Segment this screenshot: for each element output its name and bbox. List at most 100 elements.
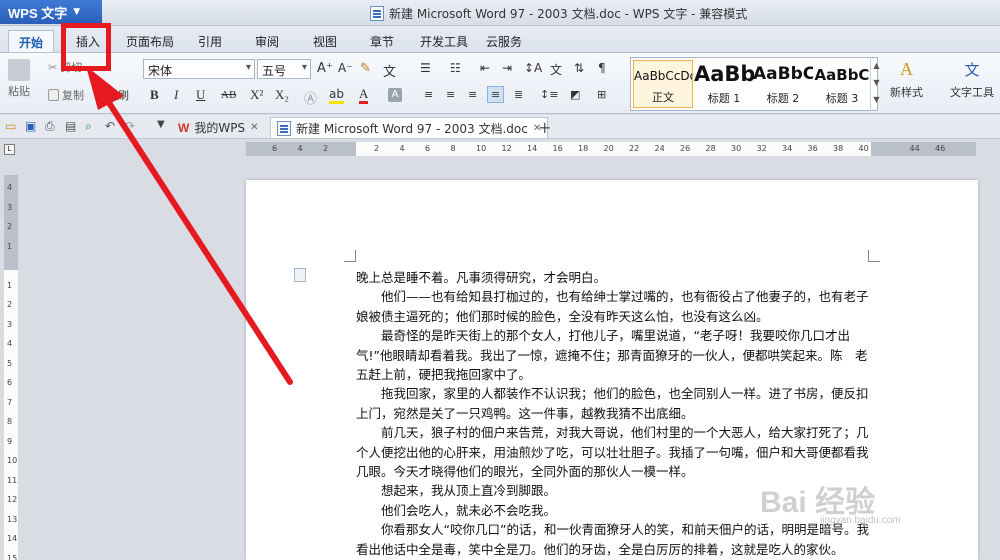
font-color-button[interactable]: A (359, 87, 369, 104)
chevron-down-icon[interactable]: ▼ (871, 74, 882, 91)
document-paragraph[interactable]: 拖我回家，家里的人都装作不认识我；他们的脸色，也全同别人一样。进了书房，便反扣上… (356, 384, 871, 423)
copy-button[interactable]: 复制 (48, 87, 84, 103)
subscript-button[interactable]: X₂ (275, 87, 289, 103)
close-icon[interactable]: ✕ (250, 122, 258, 133)
tab-page-layout[interactable]: 页面布局 (116, 30, 184, 52)
ruler-tick-label: 10 (476, 144, 487, 153)
ribbon-home: 粘贴 ✂ 剪切 复制 格式刷 宋体 五号 A⁺ A⁻ ✎ 文 B I U AB … (0, 52, 1000, 114)
wps-app-menu-button[interactable]: WPS 文字 ▼ (0, 0, 102, 24)
outdent-icon: ⇤ (480, 61, 491, 75)
paste-label: 粘贴 (8, 85, 30, 98)
line-spacing-icon: ↕≡ (540, 88, 559, 101)
align-center-button[interactable]: ≡ (446, 88, 455, 101)
tab-developer[interactable]: 开发工具 (410, 30, 478, 52)
tab-review[interactable]: 审阅 (245, 30, 289, 52)
ruler-tick-label: 12 (7, 495, 18, 504)
ruler-tick-label: 18 (578, 144, 589, 153)
chevron-up-icon[interactable]: ▲ (871, 57, 882, 74)
ruler-tick-label: 2 (374, 144, 380, 153)
tab-references[interactable]: 引用 (188, 30, 232, 52)
tab-my-wps[interactable]: W 我的WPS ✕ (172, 117, 264, 138)
shading-button[interactable]: ◩ (570, 88, 580, 101)
text-tools-button[interactable]: 文 文字工具 (950, 59, 994, 100)
document-paragraph[interactable]: 最奇怪的是昨天街上的那个女人，打他儿子，嘴里说道，“老子呀！我要咬你几口才出气!… (356, 326, 871, 384)
font-name-select[interactable]: 宋体 (143, 59, 255, 79)
align-left-button[interactable]: ≡ (424, 88, 433, 101)
distributed-button[interactable]: ≣ (514, 88, 523, 101)
style-label: 标题 1 (707, 92, 741, 105)
align-right-button[interactable]: ≡ (468, 88, 477, 101)
style-preview: AaBbCcDd (634, 69, 692, 83)
decrease-indent-button[interactable]: ⇤ (480, 61, 490, 75)
document-paragraph[interactable]: 他们——也有给知县打枷过的，也有给绅士掌过嘴的，也有衙役占了他妻子的，也有老子娘… (356, 287, 871, 326)
decrease-font-size-button[interactable]: A⁻ (338, 61, 353, 75)
print-preview-icon[interactable]: ⌕ (85, 119, 99, 133)
paste-button[interactable]: 粘贴 (8, 59, 30, 99)
paint-bucket-icon: ◩ (570, 88, 581, 101)
new-style-button[interactable]: A 新样式 (890, 59, 923, 100)
undo-icon[interactable]: ↶ (105, 119, 119, 133)
clear-format-button[interactable]: ✎ (360, 61, 371, 76)
tab-cloud-service[interactable]: 云服务 (476, 30, 532, 52)
format-painter-button[interactable]: 格式刷 (96, 87, 129, 103)
tab-view[interactable]: 视图 (303, 30, 347, 52)
highlight-button[interactable]: ab (329, 87, 344, 104)
ruler-tick-label: 6 (425, 144, 431, 153)
ruler-tick-label: 16 (552, 144, 563, 153)
style-heading-3[interactable]: AaBbC 标题 3 (812, 60, 872, 108)
export-pdf-icon[interactable]: ▤ (65, 119, 79, 133)
text-effect-button[interactable]: Ⓐ (304, 88, 317, 107)
document-paragraph[interactable]: 前几天，狼子村的佃户来告荒，对我大哥说，他们村里的一个大恶人，给大家打死了；几个… (356, 423, 871, 481)
strikethrough-button[interactable]: AB (221, 89, 236, 101)
bold-button[interactable]: B (150, 87, 159, 103)
tab-stop-selector[interactable]: L (4, 144, 15, 155)
numbering-button[interactable]: ☷ (450, 61, 461, 75)
style-normal[interactable]: AaBbCcDd 正文 (633, 60, 693, 108)
print-icon[interactable]: ⎙ (45, 119, 59, 133)
superscript-button[interactable]: X² (250, 87, 263, 103)
char-shading-button[interactable]: A (388, 88, 402, 102)
style-heading-1[interactable]: AaBb 标题 1 (694, 60, 754, 108)
ruler-tick-label: 2 (7, 300, 13, 309)
style-heading-2[interactable]: AaBbC 标题 2 (753, 60, 813, 108)
document-paragraph[interactable]: 你看那女人“咬你几口”的话，和一伙青面獠牙人的笑，和前天佃户的话，明明是暗号。我… (356, 520, 871, 559)
ruler-tick-label: 2 (323, 144, 329, 153)
show-marks-button[interactable]: ¶ (598, 61, 606, 75)
line-spacing-button[interactable]: ↕≡ (540, 88, 558, 101)
ruler-tick-label: 34 (782, 144, 793, 153)
new-tab-icon[interactable]: + (538, 118, 551, 137)
vertical-ruler[interactable]: 4 3 2 1 1 2 3 4 5 6 7 8 9 10 11 12 13 14 15 (4, 175, 18, 560)
customize-toolbar-icon[interactable]: ▼ (157, 119, 171, 133)
font-size-select[interactable]: 五号 (257, 59, 311, 79)
horizontal-ruler[interactable]: 6 4 2 2 4 6 8 10 12 14 16 18 20 22 24 26 28 30 32 34 36 38 40 4… (246, 142, 976, 156)
save-icon[interactable]: ▣ (25, 119, 39, 133)
bullet-list-icon: ☰ (420, 61, 431, 75)
ruler-tick-label: 8 (7, 417, 13, 426)
text-direction-icon: ↕A (524, 61, 543, 75)
tab-home[interactable]: 开始 (8, 30, 55, 52)
highlighter-icon: ab (329, 87, 344, 104)
underline-button[interactable]: U (196, 87, 205, 103)
open-folder-icon[interactable]: ▭ (5, 119, 19, 133)
chinese-layout-button[interactable]: 文 (550, 61, 562, 78)
annotation-highlight-box (61, 23, 111, 71)
ruler-tick-label: 36 (807, 144, 818, 153)
phonetic-guide-button[interactable]: 文 (383, 61, 396, 80)
more-styles-icon[interactable]: ▼ (871, 91, 882, 108)
styles-scroll[interactable]: ▲ ▼ ▼ (870, 57, 882, 111)
bullets-button[interactable]: ☰ (420, 61, 431, 75)
increase-indent-button[interactable]: ⇥ (502, 61, 512, 75)
increase-font-size-button[interactable]: A⁺ (317, 61, 333, 76)
italic-button[interactable]: I (174, 87, 178, 103)
align-left-icon: ≡ (424, 88, 434, 101)
tab-chapter[interactable]: 章节 (360, 30, 404, 52)
ruler-tick-label: 30 (731, 144, 742, 153)
text-direction-button[interactable]: ↕A (524, 61, 542, 75)
sort-button[interactable]: ⇅ (574, 61, 584, 75)
document-paragraph[interactable]: 晚上总是睡不着。凡事须得研究，才会明白。 (356, 268, 871, 287)
paragraph-layout-icon[interactable] (294, 268, 306, 282)
borders-button[interactable]: ⊞ (597, 88, 606, 101)
redo-icon[interactable]: ↷ (125, 119, 139, 133)
justify-button[interactable]: ≡ (487, 86, 505, 103)
tab-current-document[interactable]: 新建 Microsoft Word 97 - 2003 文档.doc ✕ (270, 117, 549, 138)
